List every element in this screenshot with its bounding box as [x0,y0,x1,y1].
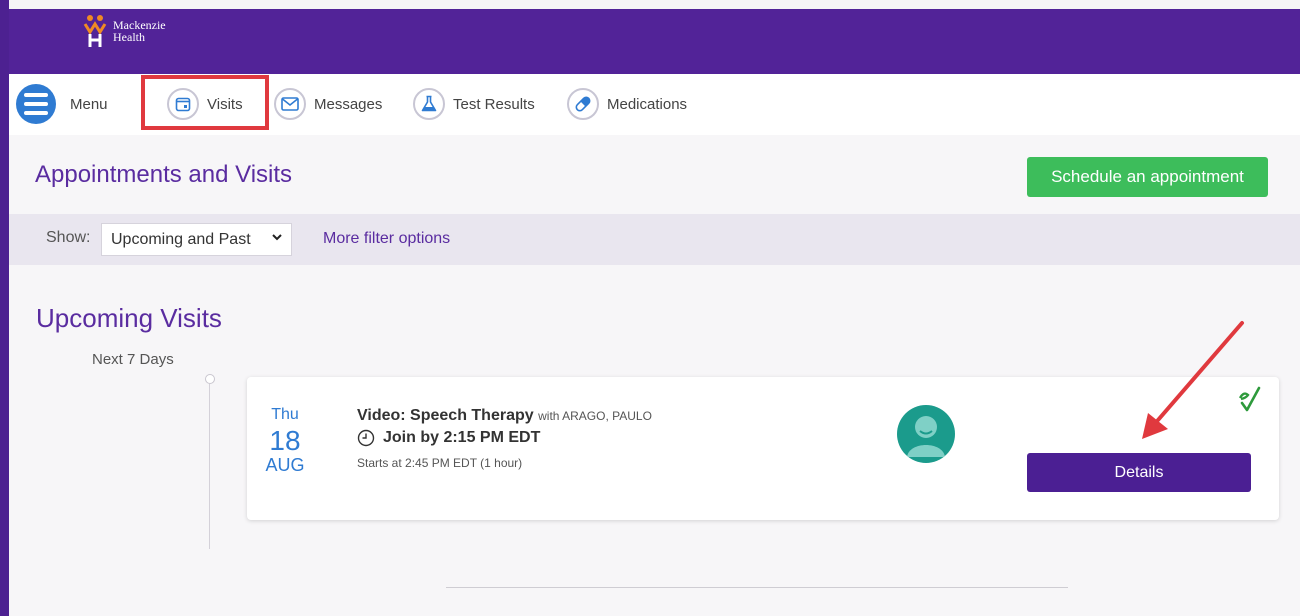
chevron-down-icon [271,231,283,246]
details-button[interactable]: Details [1027,453,1251,492]
person-icon [907,416,945,457]
visit-month: AUG [265,455,305,475]
logo[interactable]: Mackenzie Health [83,11,166,51]
show-filter-value: Upcoming and Past [111,230,251,248]
nav-label-messages: Messages [314,95,383,113]
visit-provider: with ARAGO, PAULO [538,409,652,423]
nav-label-medications: Medications [607,95,688,113]
hamburger-icon [16,84,56,124]
visit-title-text: Video: Speech Therapy [357,407,534,424]
visit-day: 18 [269,425,301,456]
visit-starts: Starts at 2:45 PM EDT (1 hour) [357,456,523,470]
visit-card[interactable]: Thu 18 AUG Video: Speech Therapy with AR… [247,377,1279,520]
logo-mark-icon [83,15,107,47]
flask-icon [413,88,445,120]
page-title: Appointments and Visits [35,161,293,188]
join-time: Join by 2:15 PM EDT [357,429,540,447]
upcoming-visits-title: Upcoming Visits [36,303,222,333]
provider-avatar [897,405,955,463]
top-header: Mackenzie Health [9,9,1300,74]
nav-label-test-results: Test Results [453,95,535,113]
annotation-highlight-box [141,75,269,130]
envelope-icon [274,88,306,120]
menu-label: Menu [70,95,108,113]
timeline-line [209,384,210,549]
pill-icon [567,88,599,120]
nav-item-test-results[interactable]: Test Results [413,86,535,122]
echeckin-icon [1238,386,1261,412]
nav-item-messages[interactable]: Messages [274,86,382,122]
divider [446,587,1068,588]
schedule-appointment-button[interactable]: Schedule an appointment [1027,157,1268,197]
show-label: Show: [46,229,91,246]
more-filter-options-link[interactable]: More filter options [323,230,450,248]
menu-button[interactable]: Menu [16,84,108,124]
show-filter-select[interactable]: Upcoming and Past [101,223,292,256]
join-text: Join by 2:15 PM EDT [383,429,541,446]
filter-bar: Show: Upcoming and Past More filter opti… [9,214,1300,265]
nav-item-medications[interactable]: Medications [567,86,687,122]
logo-line2: Health [113,30,145,44]
visit-title: Video: Speech Therapy with ARAGO, PAULO [357,407,652,425]
range-label: Next 7 Days [92,351,174,368]
left-frame [0,0,9,616]
visit-date: Thu 18 AUG [261,406,309,476]
clock-icon [357,429,375,447]
main-content: Appointments and Visits Schedule an appo… [9,135,1300,616]
timeline-dot [205,374,215,384]
logo-text: Mackenzie Health [113,19,166,43]
visit-dow: Thu [271,406,299,423]
